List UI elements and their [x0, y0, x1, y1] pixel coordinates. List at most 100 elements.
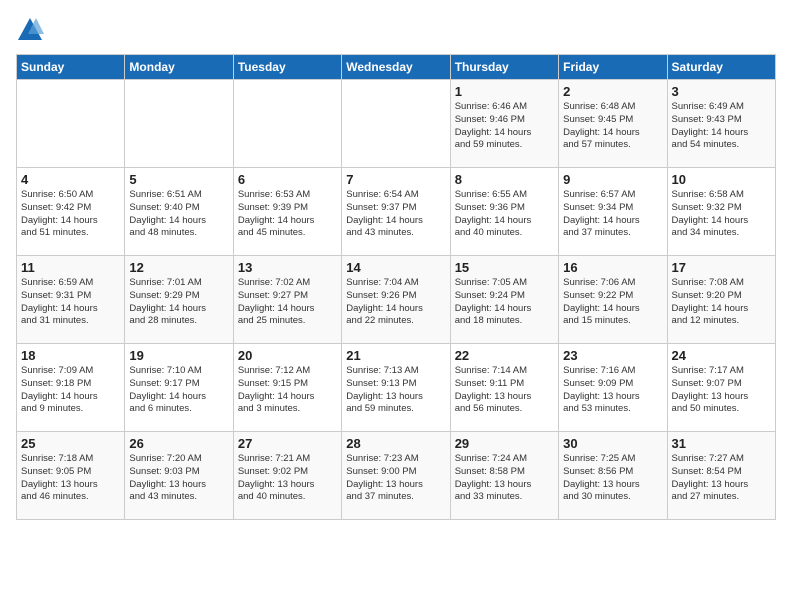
cell-info: Sunrise: 7:01 AM Sunset: 9:29 PM Dayligh… — [129, 277, 228, 328]
day-number: 14 — [346, 260, 445, 275]
calendar-cell: 11 Sunrise: 6:59 AM Sunset: 9:31 PM Dayli… — [17, 256, 125, 344]
calendar-cell: 8 Sunrise: 6:55 AM Sunset: 9:36 PM Daylig… — [450, 168, 558, 256]
day-number: 9 — [563, 172, 662, 187]
day-number: 15 — [455, 260, 554, 275]
calendar-cell: 16 Sunrise: 7:06 AM Sunset: 9:22 PM Dayli… — [559, 256, 667, 344]
calendar-cell: 29 Sunrise: 7:24 AM Sunset: 8:58 PM Dayli… — [450, 432, 558, 520]
cell-info: Sunrise: 7:20 AM Sunset: 9:03 PM Dayligh… — [129, 453, 228, 504]
calendar-cell: 31Sunrise: 7:27 AM Sunset: 8:54 PM Dayli… — [667, 432, 775, 520]
calendar-cell: 15 Sunrise: 7:05 AM Sunset: 9:24 PM Dayli… — [450, 256, 558, 344]
day-number: 25 — [21, 436, 120, 451]
day-number: 11 — [21, 260, 120, 275]
calendar-week-3: 11 Sunrise: 6:59 AM Sunset: 9:31 PM Dayli… — [17, 256, 776, 344]
calendar-cell — [233, 80, 341, 168]
cell-info: Sunrise: 7:25 AM Sunset: 8:56 PM Dayligh… — [563, 453, 662, 504]
cell-info: Sunrise: 6:54 AM Sunset: 9:37 PM Dayligh… — [346, 189, 445, 240]
column-header-thursday: Thursday — [450, 55, 558, 80]
cell-info: Sunrise: 7:13 AM Sunset: 9:13 PM Dayligh… — [346, 365, 445, 416]
calendar-cell: 14 Sunrise: 7:04 AM Sunset: 9:26 PM Dayli… — [342, 256, 450, 344]
day-number: 31 — [672, 436, 771, 451]
cell-info: Sunrise: 7:06 AM Sunset: 9:22 PM Dayligh… — [563, 277, 662, 328]
calendar-cell: 25Sunrise: 7:18 AM Sunset: 9:05 PM Dayli… — [17, 432, 125, 520]
day-number: 29 — [455, 436, 554, 451]
calendar-cell: 7 Sunrise: 6:54 AM Sunset: 9:37 PM Daylig… — [342, 168, 450, 256]
cell-info: Sunrise: 6:49 AM Sunset: 9:43 PM Dayligh… — [672, 101, 771, 152]
day-number: 18 — [21, 348, 120, 363]
calendar-cell: 26 Sunrise: 7:20 AM Sunset: 9:03 PM Dayli… — [125, 432, 233, 520]
calendar-cell: 17Sunrise: 7:08 AM Sunset: 9:20 PM Dayli… — [667, 256, 775, 344]
logo — [16, 16, 48, 44]
calendar-cell: 22 Sunrise: 7:14 AM Sunset: 9:11 PM Dayli… — [450, 344, 558, 432]
cell-info: Sunrise: 6:53 AM Sunset: 9:39 PM Dayligh… — [238, 189, 337, 240]
cell-info: Sunrise: 6:51 AM Sunset: 9:40 PM Dayligh… — [129, 189, 228, 240]
cell-info: Sunrise: 6:59 AM Sunset: 9:31 PM Dayligh… — [21, 277, 120, 328]
header-row: SundayMondayTuesdayWednesdayThursdayFrid… — [17, 55, 776, 80]
calendar-cell: 5 Sunrise: 6:51 AM Sunset: 9:40 PM Daylig… — [125, 168, 233, 256]
cell-info: Sunrise: 7:05 AM Sunset: 9:24 PM Dayligh… — [455, 277, 554, 328]
cell-info: Sunrise: 6:55 AM Sunset: 9:36 PM Dayligh… — [455, 189, 554, 240]
day-number: 26 — [129, 436, 228, 451]
calendar-cell — [342, 80, 450, 168]
day-number: 12 — [129, 260, 228, 275]
cell-info: Sunrise: 6:58 AM Sunset: 9:32 PM Dayligh… — [672, 189, 771, 240]
cell-info: Sunrise: 7:04 AM Sunset: 9:26 PM Dayligh… — [346, 277, 445, 328]
day-number: 21 — [346, 348, 445, 363]
calendar-cell: 4 Sunrise: 6:50 AM Sunset: 9:42 PM Daylig… — [17, 168, 125, 256]
calendar-cell: 9 Sunrise: 6:57 AM Sunset: 9:34 PM Daylig… — [559, 168, 667, 256]
day-number: 3 — [672, 84, 771, 99]
page-header — [16, 16, 776, 44]
column-header-saturday: Saturday — [667, 55, 775, 80]
day-number: 4 — [21, 172, 120, 187]
calendar-cell: 1 Sunrise: 6:46 AM Sunset: 9:46 PM Daylig… — [450, 80, 558, 168]
cell-info: Sunrise: 6:50 AM Sunset: 9:42 PM Dayligh… — [21, 189, 120, 240]
day-number: 16 — [563, 260, 662, 275]
calendar-cell: 28 Sunrise: 7:23 AM Sunset: 9:00 PM Dayli… — [342, 432, 450, 520]
cell-info: Sunrise: 7:02 AM Sunset: 9:27 PM Dayligh… — [238, 277, 337, 328]
day-number: 30 — [563, 436, 662, 451]
calendar-cell: 21 Sunrise: 7:13 AM Sunset: 9:13 PM Dayli… — [342, 344, 450, 432]
calendar-cell: 6 Sunrise: 6:53 AM Sunset: 9:39 PM Daylig… — [233, 168, 341, 256]
day-number: 10 — [672, 172, 771, 187]
cell-info: Sunrise: 6:46 AM Sunset: 9:46 PM Dayligh… — [455, 101, 554, 152]
cell-info: Sunrise: 7:21 AM Sunset: 9:02 PM Dayligh… — [238, 453, 337, 504]
calendar-cell: 19 Sunrise: 7:10 AM Sunset: 9:17 PM Dayli… — [125, 344, 233, 432]
day-number: 24 — [672, 348, 771, 363]
cell-info: Sunrise: 7:14 AM Sunset: 9:11 PM Dayligh… — [455, 365, 554, 416]
day-number: 5 — [129, 172, 228, 187]
day-number: 1 — [455, 84, 554, 99]
calendar-cell: 24 Sunrise: 7:17 AM Sunset: 9:07 PM Dayli… — [667, 344, 775, 432]
day-number: 23 — [563, 348, 662, 363]
day-number: 28 — [346, 436, 445, 451]
calendar-table: SundayMondayTuesdayWednesdayThursdayFrid… — [16, 54, 776, 520]
calendar-cell: 12 Sunrise: 7:01 AM Sunset: 9:29 PM Dayli… — [125, 256, 233, 344]
column-header-sunday: Sunday — [17, 55, 125, 80]
cell-info: Sunrise: 7:12 AM Sunset: 9:15 PM Dayligh… — [238, 365, 337, 416]
cell-info: Sunrise: 6:57 AM Sunset: 9:34 PM Dayligh… — [563, 189, 662, 240]
calendar-cell: 2Sunrise: 6:48 AM Sunset: 9:45 PM Daylig… — [559, 80, 667, 168]
day-number: 22 — [455, 348, 554, 363]
column-header-wednesday: Wednesday — [342, 55, 450, 80]
calendar-cell: 30 Sunrise: 7:25 AM Sunset: 8:56 PM Dayli… — [559, 432, 667, 520]
calendar-cell — [17, 80, 125, 168]
day-number: 6 — [238, 172, 337, 187]
calendar-cell: 27 Sunrise: 7:21 AM Sunset: 9:02 PM Dayli… — [233, 432, 341, 520]
day-number: 20 — [238, 348, 337, 363]
cell-info: Sunrise: 7:24 AM Sunset: 8:58 PM Dayligh… — [455, 453, 554, 504]
day-number: 19 — [129, 348, 228, 363]
day-number: 27 — [238, 436, 337, 451]
day-number: 8 — [455, 172, 554, 187]
calendar-cell: 23 Sunrise: 7:16 AM Sunset: 9:09 PM Dayli… — [559, 344, 667, 432]
cell-info: Sunrise: 7:23 AM Sunset: 9:00 PM Dayligh… — [346, 453, 445, 504]
calendar-cell: 10 Sunrise: 6:58 AM Sunset: 9:32 PM Dayli… — [667, 168, 775, 256]
cell-info: Sunrise: 7:08 AM Sunset: 9:20 PM Dayligh… — [672, 277, 771, 328]
day-number: 7 — [346, 172, 445, 187]
calendar-cell — [125, 80, 233, 168]
cell-info: Sunrise: 7:17 AM Sunset: 9:07 PM Dayligh… — [672, 365, 771, 416]
cell-info: Sunrise: 7:10 AM Sunset: 9:17 PM Dayligh… — [129, 365, 228, 416]
day-number: 13 — [238, 260, 337, 275]
calendar-week-2: 4 Sunrise: 6:50 AM Sunset: 9:42 PM Daylig… — [17, 168, 776, 256]
day-number: 2 — [563, 84, 662, 99]
cell-info: Sunrise: 7:09 AM Sunset: 9:18 PM Dayligh… — [21, 365, 120, 416]
column-header-monday: Monday — [125, 55, 233, 80]
cell-info: Sunrise: 7:16 AM Sunset: 9:09 PM Dayligh… — [563, 365, 662, 416]
